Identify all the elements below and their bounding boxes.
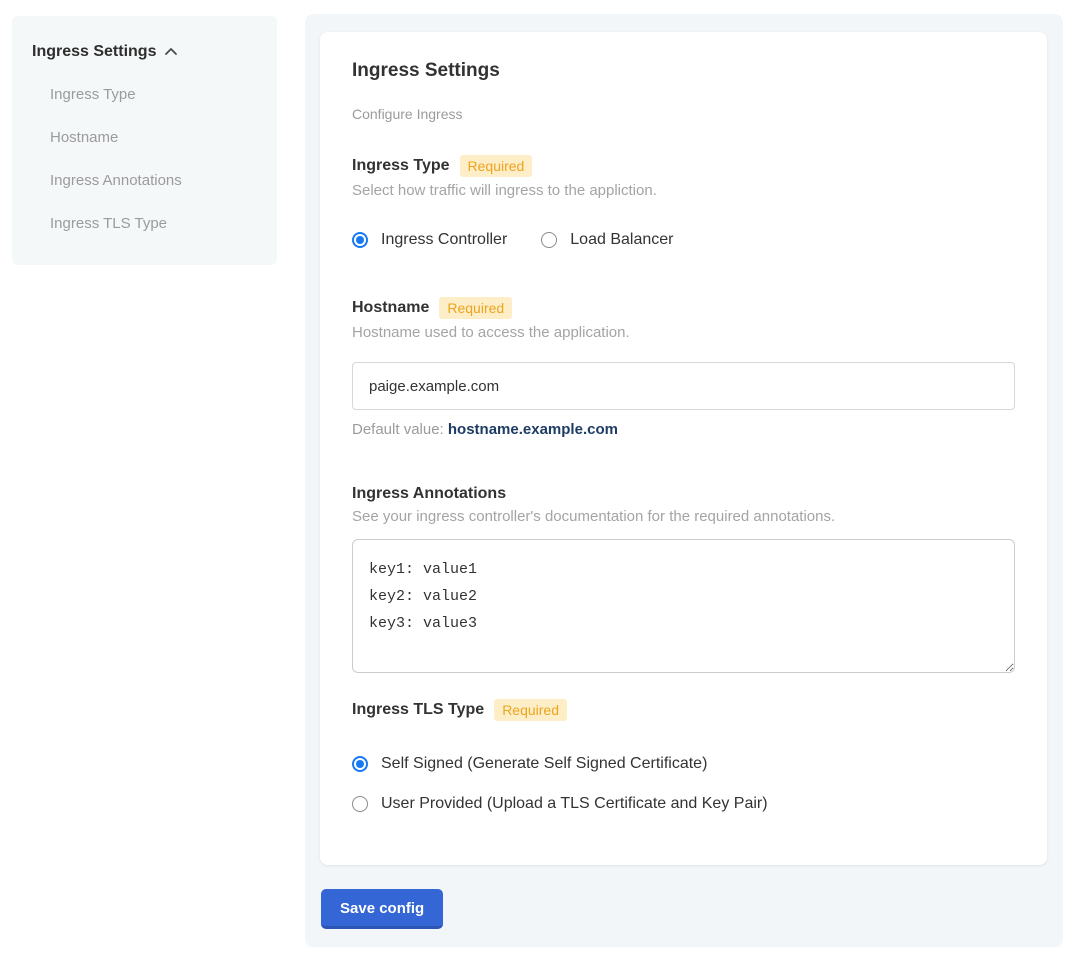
section-ingress-type: Ingress Type Required Select how traffic… bbox=[352, 155, 1015, 249]
hostname-description: Hostname used to access the application. bbox=[352, 324, 1015, 341]
card-subtitle: Configure Ingress bbox=[352, 106, 1015, 122]
section-ingress-annotations: Ingress Annotations See your ingress con… bbox=[352, 485, 1015, 678]
chevron-up-icon[interactable] bbox=[164, 45, 178, 59]
sidebar-group-label: Ingress Settings bbox=[32, 43, 156, 61]
section-ingress-tls-type: Ingress TLS Type Required Self Signed (G… bbox=[352, 699, 1015, 813]
ingress-type-description: Select how traffic will ingress to the a… bbox=[352, 182, 1015, 199]
radio-button-icon[interactable] bbox=[352, 756, 368, 772]
sidebar-item-ingress-tls-type[interactable]: Ingress TLS Type bbox=[50, 215, 257, 232]
section-hostname: Hostname Required Hostname used to acces… bbox=[352, 297, 1015, 438]
sidebar-item-ingress-annotations[interactable]: Ingress Annotations bbox=[50, 172, 257, 189]
annotations-textarea[interactable]: key1: value1 key2: value2 key3: value3 bbox=[352, 539, 1015, 673]
default-value-prefix: Default value: bbox=[352, 421, 448, 438]
radio-label: User Provided (Upload a TLS Certificate … bbox=[381, 795, 768, 813]
tls-type-label: Ingress TLS Type bbox=[352, 701, 484, 719]
radio-label: Load Balancer bbox=[570, 231, 673, 249]
hostname-label: Hostname bbox=[352, 299, 429, 317]
hostname-input[interactable] bbox=[352, 362, 1015, 410]
radio-option-load-balancer[interactable]: Load Balancer bbox=[541, 231, 673, 249]
required-badge: Required bbox=[439, 297, 512, 319]
sidebar-item-list: Ingress Type Hostname Ingress Annotation… bbox=[32, 86, 257, 232]
ingress-settings-card: Ingress Settings Configure Ingress Ingre… bbox=[320, 32, 1047, 865]
required-badge: Required bbox=[494, 699, 567, 721]
required-badge: Required bbox=[460, 155, 533, 177]
radio-label: Ingress Controller bbox=[381, 231, 507, 249]
radio-button-icon[interactable] bbox=[541, 232, 557, 248]
radio-option-user-provided[interactable]: User Provided (Upload a TLS Certificate … bbox=[352, 795, 1015, 813]
config-main-panel: Ingress Settings Configure Ingress Ingre… bbox=[305, 14, 1063, 947]
sidebar-group-ingress-settings[interactable]: Ingress Settings bbox=[32, 43, 257, 61]
radio-label: Self Signed (Generate Self Signed Certif… bbox=[381, 755, 707, 773]
radio-option-ingress-controller[interactable]: Ingress Controller bbox=[352, 231, 507, 249]
config-screen: Ingress Settings Ingress Type Hostname I… bbox=[0, 0, 1090, 969]
tls-type-radio-group: Self Signed (Generate Self Signed Certif… bbox=[352, 755, 1015, 813]
sidebar-item-ingress-type[interactable]: Ingress Type bbox=[50, 86, 257, 103]
radio-option-self-signed[interactable]: Self Signed (Generate Self Signed Certif… bbox=[352, 755, 1015, 773]
radio-button-icon[interactable] bbox=[352, 232, 368, 248]
radio-button-icon[interactable] bbox=[352, 796, 368, 812]
default-value-text: hostname.example.com bbox=[448, 421, 618, 438]
annotations-label: Ingress Annotations bbox=[352, 485, 506, 503]
hostname-default-line: Default value: hostname.example.com bbox=[352, 421, 1015, 438]
sidebar-item-hostname[interactable]: Hostname bbox=[50, 129, 257, 146]
card-title: Ingress Settings bbox=[352, 60, 1015, 82]
save-config-button[interactable]: Save config bbox=[321, 889, 443, 929]
ingress-type-radio-group: Ingress Controller Load Balancer bbox=[352, 231, 1015, 249]
annotations-description: See your ingress controller's documentat… bbox=[352, 508, 1015, 525]
ingress-type-label: Ingress Type bbox=[352, 157, 450, 175]
config-nav-sidebar: Ingress Settings Ingress Type Hostname I… bbox=[12, 16, 277, 265]
